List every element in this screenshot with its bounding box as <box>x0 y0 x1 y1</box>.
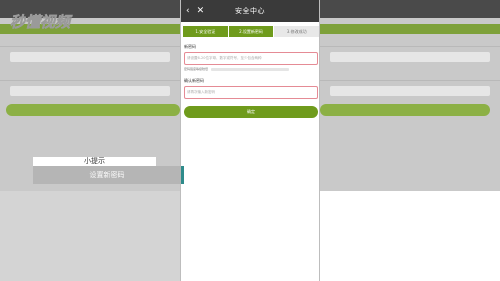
chevron-left-icon[interactable]: ‹ <box>186 5 190 17</box>
video-frame: 秒懂视频 ‹ ✕ 安全中心 1.安全验证 2.设置新密码 3.修改成功 新密码 … <box>0 0 500 281</box>
strength-meter <box>211 67 290 71</box>
tip-accent-bar <box>181 166 184 184</box>
step-change-success: 3.修改成功 <box>274 26 320 37</box>
tip-caption: 设置新密码 <box>33 166 181 184</box>
confirm-password-input[interactable]: 请再次输入新密码 <box>184 86 318 99</box>
new-password-label: 新密码 <box>184 44 196 49</box>
background-lower-left <box>0 191 180 281</box>
app-header: ‹ ✕ 安全中心 <box>181 0 319 22</box>
progress-steps: 1.安全验证 2.设置新密码 3.修改成功 <box>183 26 320 37</box>
step-set-new-password: 2.设置新密码 <box>228 26 274 37</box>
svg-text:秒懂视频: 秒懂视频 <box>10 13 73 31</box>
strength-hint: 密码强度等级较低 <box>184 67 209 71</box>
background-lower-right <box>320 191 500 281</box>
blurred-background-right <box>320 0 500 191</box>
confirm-password-label: 确认新密码 <box>184 78 204 83</box>
new-password-input[interactable]: 请设置6-20位字母、数字或符号，至少包含两种 <box>184 52 318 65</box>
tip-title: 小提示 <box>33 157 156 166</box>
step-security-verify: 1.安全验证 <box>183 26 228 37</box>
watermark-logo: 秒懂视频 <box>10 13 74 32</box>
close-icon[interactable]: ✕ <box>197 5 205 17</box>
password-form: 新密码 请设置6-20位字母、数字或符号，至少包含两种 密码强度等级较低 确认新… <box>184 44 318 99</box>
phone-screen: ‹ ✕ 安全中心 1.安全验证 2.设置新密码 3.修改成功 新密码 请设置6-… <box>180 0 320 281</box>
submit-button[interactable]: 确定 <box>184 106 318 118</box>
